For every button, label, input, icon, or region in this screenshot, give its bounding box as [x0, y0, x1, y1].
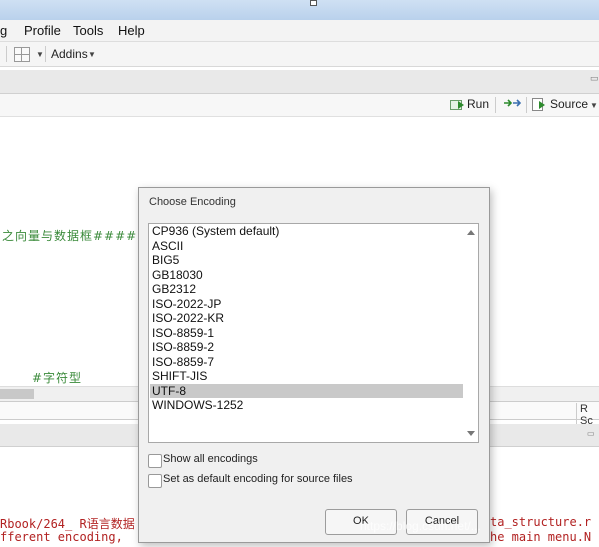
encoding-option[interactable]: ASCII [150, 239, 464, 254]
set-default-encoding-label: Set as default encoding for source files [163, 473, 353, 485]
source-icon [532, 98, 546, 111]
encoding-option[interactable]: GB18030 [150, 268, 464, 283]
encoding-option-selected[interactable]: UTF-8 [150, 383, 464, 398]
code-comment: 之向量与数据框#### [2, 229, 138, 243]
toolbar-divider [526, 97, 527, 113]
encoding-option[interactable]: WINDOWS-1252 [150, 398, 464, 413]
code-comment: #字符型 [32, 371, 83, 385]
dialog-title: Choose Encoding [149, 196, 236, 208]
console-output: ta_structure.r [490, 515, 592, 529]
scroll-down-icon[interactable] [467, 431, 475, 436]
source-label: Source [550, 97, 589, 111]
run-button[interactable]: Run [450, 97, 489, 111]
toolbar-divider [6, 46, 7, 62]
show-all-encodings-checkbox[interactable] [148, 454, 162, 468]
chevron-down-icon[interactable]: ▼ [36, 50, 44, 59]
encoding-option[interactable]: ISO-2022-JP [150, 297, 464, 312]
toolbar-divider [45, 46, 46, 62]
scroll-up-icon[interactable] [467, 230, 475, 235]
pane-layout-icon[interactable] [14, 47, 30, 62]
rerun-icon[interactable] [503, 97, 521, 109]
console-output: fferent encoding, [0, 530, 123, 544]
editor-toolbar: Run Source ▼ [0, 94, 599, 117]
choose-encoding-dialog: Choose Encoding CP936 (System default) A… [138, 187, 490, 543]
encoding-option[interactable]: SHIFT-JIS [150, 369, 464, 384]
menu-bar: g Profile Tools Help [0, 20, 599, 42]
pane-minimize-icon[interactable]: ▭ [587, 429, 595, 438]
window-grip [310, 0, 317, 6]
addins-menu[interactable]: Addins [51, 47, 88, 61]
menu-item-profile[interactable]: Profile [24, 23, 61, 38]
window-titlebar [0, 0, 599, 20]
encoding-listbox[interactable]: CP936 (System default) ASCII BIG5 GB1803… [148, 223, 479, 443]
run-label: Run [467, 97, 490, 111]
scrollbar-thumb[interactable] [0, 389, 34, 399]
console-output: he main menu.N [490, 530, 592, 544]
encoding-option[interactable]: ISO-8859-2 [150, 340, 464, 355]
encoding-option[interactable]: ISO-8859-7 [150, 355, 464, 370]
chevron-down-icon[interactable]: ▼ [590, 101, 598, 110]
encoding-option[interactable]: BIG5 [150, 253, 464, 268]
show-all-encodings-label: Show all encodings [163, 453, 258, 465]
toolbar-divider [495, 97, 496, 113]
menu-item-help[interactable]: Help [118, 23, 145, 38]
pane-minimize-icon[interactable]: ▭ [590, 73, 599, 84]
menu-item-code[interactable]: g [0, 23, 7, 38]
menu-item-tools[interactable]: Tools [73, 23, 103, 38]
encoding-option[interactable]: ISO-2022-KR [150, 311, 464, 326]
watermark: https://blog.csdn.net/... [360, 519, 481, 533]
encoding-option[interactable]: ISO-8859-1 [150, 326, 464, 341]
encoding-option[interactable]: GB2312 [150, 282, 464, 297]
chevron-down-icon[interactable]: ▼ [88, 50, 96, 59]
encoding-option[interactable]: CP936 (System default) [150, 224, 464, 239]
source-button[interactable]: Source [532, 97, 588, 111]
run-icon [450, 99, 464, 110]
main-toolbar: ▼ Addins ▼ [0, 42, 599, 67]
listbox-scrollbar[interactable] [463, 224, 478, 442]
editor-tabstrip: ▭ [0, 70, 599, 94]
set-default-encoding-checkbox[interactable] [148, 474, 162, 488]
